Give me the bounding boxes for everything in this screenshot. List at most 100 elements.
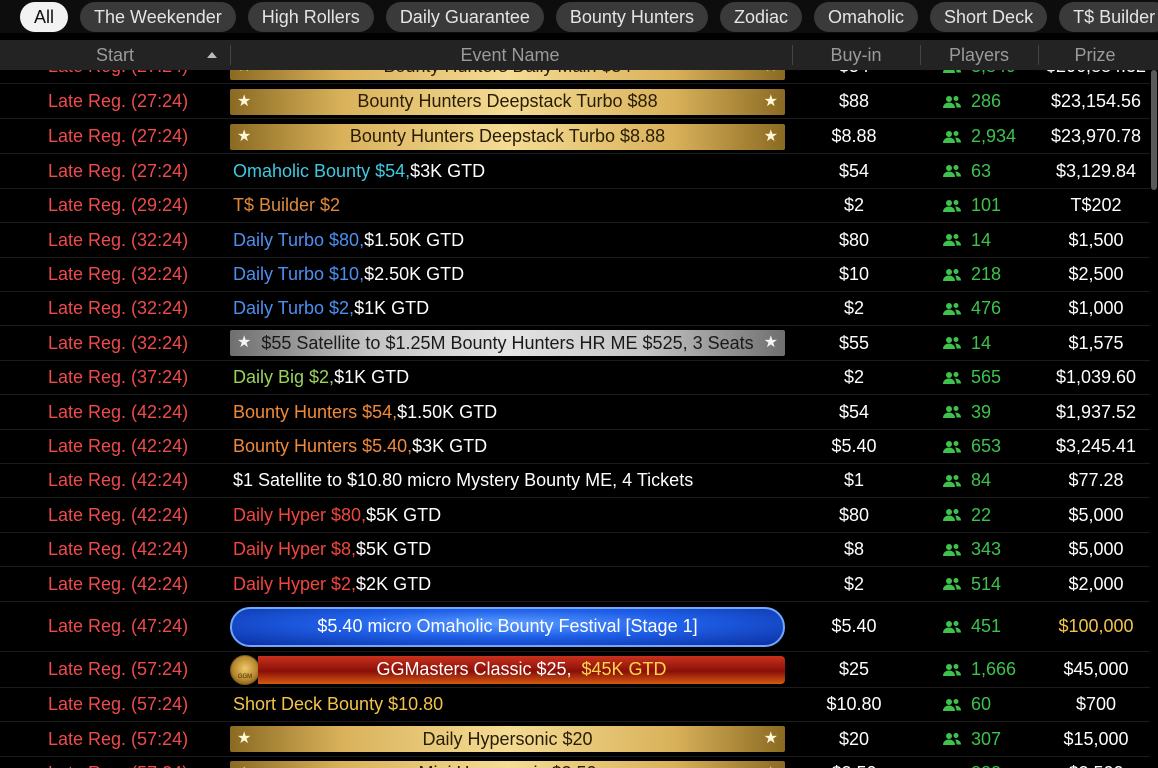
tournament-row[interactable]: Late Reg. (27:24) ★ Bounty Hunters Deepsta…: [0, 120, 1150, 154]
players-value: 476: [971, 298, 1002, 318]
players-value: 101: [971, 195, 1002, 215]
players-icon: [943, 165, 961, 177]
tournament-row[interactable]: Late Reg. (42:24) $1 Satellite to $10.80 …: [0, 464, 1150, 498]
tournament-row[interactable]: Late Reg. (29:24) T$ Builder $2 $2 101 T$202: [0, 189, 1150, 223]
tournament-row[interactable]: Late Reg. (32:24) Daily Turbo $2, $1K GTD…: [0, 292, 1150, 326]
filter-chip-zodiac[interactable]: Zodiac: [719, 1, 802, 32]
tournament-row[interactable]: Late Reg. (37:24) Daily Big $2, $1K GTD $2…: [0, 361, 1150, 395]
players-value: 888: [971, 763, 1001, 768]
tournament-row[interactable]: Late Reg. (32:24) ★ $55 Satellite to $1.25…: [0, 326, 1150, 361]
featured-banner[interactable]: ★ Daily Hypersonic $20 ★: [230, 726, 785, 752]
prize-pool: $1,500: [1068, 229, 1124, 250]
filter-chip-ts-builder[interactable]: T$ Builder: [1059, 1, 1158, 32]
filter-chip-daily-guarantee[interactable]: Daily Guarantee: [385, 1, 544, 32]
prize-pool: $700: [1075, 694, 1117, 714]
tournament-row[interactable]: Late Reg. (57:24) ★ Daily Hypersonic $20 ★ $…: [0, 722, 1150, 757]
buy-in: $54: [838, 160, 870, 181]
featured-banner[interactable]: ★Mini Hypersonic $2.50★: [230, 760, 785, 768]
event-guarantee: $5K GTD: [356, 539, 432, 559]
ggmasters-logo-text: GGM: [237, 673, 253, 680]
filter-chip-the-weekender[interactable]: The Weekender: [80, 1, 236, 32]
event-name: Daily Hyper $8,: [233, 539, 357, 559]
prize-pool: $206,884.32: [1040, 70, 1152, 83]
buy-in: $2: [843, 298, 865, 318]
event-guarantee: $2.50K GTD: [364, 264, 465, 284]
buy-in: $20: [838, 728, 870, 749]
players-icon: [943, 95, 961, 108]
tournament-row[interactable]: Late Reg. (42:24) Bounty Hunters $5.40, $…: [0, 430, 1150, 464]
start-status: Late Reg. (57:24): [48, 757, 188, 768]
event-name-cell[interactable]: Daily Turbo $10, $2.50K GTD: [233, 258, 785, 291]
event-name-cell[interactable]: Daily Hyper $2, $2K GTD: [233, 567, 785, 601]
players-value: 218: [971, 264, 1002, 284]
buy-in: $2: [843, 195, 865, 215]
event-name: Daily Big $2,: [233, 367, 335, 387]
event-name-cell[interactable]: T$ Builder $2: [233, 189, 785, 222]
players-icon: [943, 509, 961, 521]
players-icon: [943, 620, 961, 633]
column-header-players[interactable]: Players: [920, 40, 1038, 70]
event-name-cell[interactable]: Daily Hyper $8, $5K GTD: [233, 533, 785, 566]
prize-pool: $3,129.84: [1055, 160, 1137, 181]
event-name-cell[interactable]: Bounty Hunters $5.40, $3K GTD: [233, 430, 785, 463]
players-count: 451: [942, 602, 1001, 651]
prize-pool: $23,970.78: [1050, 126, 1142, 146]
tournament-row[interactable]: Late Reg. (57:24) Short Deck Bounty $10.8…: [0, 688, 1150, 722]
tournament-row[interactable]: Late Reg. (42:24) Daily Hyper $2, $2K GTD…: [0, 567, 1150, 602]
start-status: Late Reg. (57:24): [48, 728, 189, 749]
players-icon: [943, 440, 961, 453]
players-value: 14: [971, 332, 992, 353]
event-name-cell[interactable]: Daily Hyper $80, $5K GTD: [233, 498, 785, 532]
tournament-row[interactable]: Late Reg. (27:24) Omaholic Bounty $54, $3…: [0, 154, 1150, 189]
event-name-cell[interactable]: Short Deck Bounty $10.80: [233, 688, 785, 721]
prize-pool: $5,000: [1068, 504, 1124, 525]
tournament-row[interactable]: Late Reg. (57:24) ★Mini Hypersonic $2.50★…: [0, 757, 1150, 768]
featured-banner[interactable]: ★ $55 Satellite to $1.25M Bounty Hunters …: [230, 330, 785, 356]
event-name-cell[interactable]: Bounty Hunters $54, $1.50K GTD: [233, 395, 785, 429]
sort-ascending-icon[interactable]: [207, 52, 217, 58]
buy-in: $55: [838, 332, 870, 353]
event-name-cell[interactable]: Daily Big $2, $1K GTD: [233, 361, 785, 394]
filter-chip-all[interactable]: All: [20, 1, 69, 32]
filter-chip-bounty-hunters[interactable]: Bounty Hunters: [555, 1, 708, 32]
start-status: Late Reg. (27:24): [48, 70, 188, 83]
tournament-row[interactable]: Late Reg. (32:24) Daily Turbo $10, $2.50K…: [0, 258, 1150, 292]
column-header-event-name[interactable]: Event Name: [230, 40, 790, 70]
start-status: Late Reg. (32:24): [48, 332, 189, 353]
tournament-row[interactable]: Late Reg. (27:24) ★ Bounty Hunters Daily M…: [0, 70, 1150, 84]
filter-chip-high-rollers[interactable]: High Rollers: [247, 1, 374, 32]
start-status: Late Reg. (27:24): [48, 126, 189, 146]
featured-banner[interactable]: ★ Bounty Hunters Deepstack Turbo $88 ★: [230, 88, 785, 115]
buy-in: $10.80: [826, 694, 882, 714]
featured-banner[interactable]: ★ Bounty Hunters Daily Main $54 ★: [230, 70, 785, 80]
event-name-cell[interactable]: Omaholic Bounty $54, $3K GTD: [233, 154, 785, 188]
column-header-start[interactable]: Start: [0, 40, 230, 70]
players-count: 39: [942, 395, 991, 429]
tournament-row[interactable]: Late Reg. (57:24) GGM GGMasters Classic $2…: [0, 652, 1150, 688]
scrollbar-thumb[interactable]: [1151, 70, 1157, 190]
tournament-row[interactable]: Late Reg. (27:24) ★ Bounty Hunters Deepsta…: [0, 85, 1150, 119]
buy-in: $80: [838, 229, 870, 250]
filter-chip-omaholic[interactable]: Omaholic: [814, 1, 919, 32]
ggmasters-logo-icon: GGM: [230, 654, 260, 685]
tournament-row[interactable]: Late Reg. (47:24) $5.40 micro Omaholic Bo…: [0, 602, 1150, 652]
column-header-prize[interactable]: Prize: [1038, 40, 1152, 70]
event-name-cell[interactable]: Daily Turbo $2, $1K GTD: [233, 292, 785, 325]
buy-in: $54: [838, 401, 870, 422]
tournament-row[interactable]: Late Reg. (42:24) Daily Hyper $80, $5K GT…: [0, 498, 1150, 533]
tournament-row[interactable]: Late Reg. (42:24) Daily Hyper $8, $5K GTD…: [0, 533, 1150, 567]
event-name-cell[interactable]: $1 Satellite to $10.80 micro Mystery Bou…: [233, 464, 785, 497]
tournament-row[interactable]: Late Reg. (42:24) Bounty Hunters $54, $1.…: [0, 395, 1150, 430]
event-name-cell[interactable]: Daily Turbo $80, $1.50K GTD: [233, 223, 785, 257]
column-header-buy-in[interactable]: Buy-in: [792, 40, 920, 70]
start-status: Late Reg. (47:24): [48, 616, 189, 636]
festival-banner[interactable]: $5.40 micro Omaholic Bounty Festival [St…: [230, 606, 785, 647]
filter-chip-short-deck[interactable]: Short Deck: [930, 1, 1048, 32]
event-guarantee: $5K GTD: [366, 504, 442, 525]
ggmasters-banner[interactable]: GGMasters Classic $25, $45K GTD: [258, 655, 785, 684]
star-icon: ★: [763, 92, 778, 110]
tournament-row[interactable]: Late Reg. (32:24) Daily Turbo $80, $1.50K…: [0, 223, 1150, 258]
start-status: Late Reg. (57:24): [48, 659, 189, 679]
featured-banner[interactable]: ★ Bounty Hunters Deepstack Turbo $8.88 ★: [230, 123, 785, 150]
buy-in: $5.40: [831, 616, 877, 636]
